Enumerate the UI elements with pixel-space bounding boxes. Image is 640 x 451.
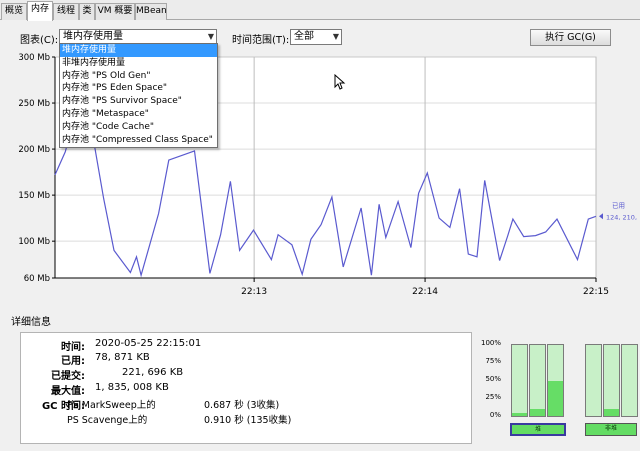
gc-scavenge-name: PS Scavenge上的 (67, 415, 148, 426)
current-series-label: 已用 (612, 201, 625, 209)
heap-pool-bar[interactable] (529, 344, 546, 417)
chart-selector-label: 图表(C): (20, 35, 59, 46)
y-tick-label: 250 Mb (18, 99, 50, 109)
x-tick-label: 22:15 (583, 287, 609, 297)
tab-vm-summary[interactable]: VM 概要 (95, 3, 135, 20)
time-range-value: 全部 (294, 31, 314, 42)
x-tick-label: 22:14 (412, 287, 438, 297)
mouse-cursor-icon (334, 74, 346, 90)
nonheap-pool-button[interactable]: 非堆 (585, 423, 637, 436)
y-tick-label: 300 Mb (18, 53, 50, 63)
tab-bar: 概览 内存 线程 类 VM 概要 MBean (0, 0, 640, 21)
detail-time-value: 2020-05-25 22:15:01 (95, 338, 202, 349)
gauge-tick: 0% (489, 411, 501, 419)
detail-max-label: 最大值: (51, 386, 85, 397)
current-value-marker (599, 213, 603, 220)
nonheap-pool-bar[interactable] (621, 344, 638, 417)
details-panel: 时间: 2020-05-25 22:15:01 已用: 78, 871 KB 已… (20, 332, 472, 444)
detail-used-value: 78, 871 KB (95, 352, 150, 363)
detail-time-row: 时间: 2020-05-25 22:15:01 (21, 338, 473, 353)
gauge-tick: 100% (480, 339, 501, 347)
gc-marksweep-value: 0.687 秒 (3收集) (204, 400, 280, 411)
dropdown-item-class-space[interactable]: 内存池 "Compressed Class Space" (60, 134, 217, 147)
detail-used-label: 已用: (61, 356, 85, 367)
detail-committed-label: 已提交: (51, 371, 85, 382)
detail-gc-row-2: PS Scavenge上的 0.910 秒 (135收集) (21, 412, 473, 426)
gauge-tick: 25% (485, 393, 501, 401)
y-tick-label: 200 Mb (18, 145, 50, 155)
dropdown-item-nonheap[interactable]: 非堆内存使用量 (60, 57, 217, 70)
dropdown-item-heap[interactable]: 堆内存使用量 (60, 44, 217, 57)
tab-mbean[interactable]: MBean (135, 3, 167, 20)
tab-memory[interactable]: 内存 (27, 1, 53, 21)
heap-pool-bar[interactable] (547, 344, 564, 417)
dropdown-item-metaspace[interactable]: 内存池 "Metaspace" (60, 108, 217, 121)
chart-dropdown-list: 堆内存使用量 非堆内存使用量 内存池 "PS Old Gen" 内存池 "PS … (59, 43, 218, 148)
details-title: 详细信息 (11, 317, 51, 328)
gauge-tick: 75% (485, 357, 501, 365)
detail-gc-row: GC 时间: PS MarkSweep上的 0.687 秒 (3收集) (21, 397, 473, 412)
dropdown-item-eden[interactable]: 内存池 "PS Eden Space" (60, 82, 217, 95)
heap-pool-button[interactable]: 堆 (510, 423, 566, 436)
time-range-selector[interactable]: 全部 ▼ (290, 29, 342, 45)
dropdown-item-code-cache[interactable]: 内存池 "Code Cache" (60, 121, 217, 134)
y-tick-label: 60 Mb (24, 274, 50, 284)
current-value-label: 124, 210, (606, 213, 637, 221)
detail-committed-row: 已提交: 221, 696 KB (21, 367, 473, 382)
tab-overview[interactable]: 概览 (1, 3, 27, 20)
detail-committed-value: 221, 696 KB (122, 367, 184, 378)
chevron-down-icon: ▼ (207, 32, 214, 41)
gc-marksweep-name: PS MarkSweep上的 (67, 400, 156, 411)
y-tick-label: 150 Mb (18, 191, 50, 201)
memory-pool-gauges: 100% 75% 50% 25% 0% 堆 非堆 (477, 336, 638, 444)
perform-gc-button[interactable]: 执行 GC(G) (530, 29, 611, 46)
x-tick-label: 22:13 (241, 287, 267, 297)
detail-max-row: 最大值: 1, 835, 008 KB (21, 382, 473, 397)
nonheap-pool-bar[interactable] (603, 344, 620, 417)
detail-time-label: 时间: (61, 342, 85, 353)
tab-threads[interactable]: 线程 (53, 3, 79, 20)
detail-used-row: 已用: 78, 871 KB (21, 352, 473, 367)
chevron-down-icon: ▼ (332, 32, 339, 41)
nonheap-pool-bar[interactable] (585, 344, 602, 417)
dropdown-item-survivor[interactable]: 内存池 "PS Survivor Space" (60, 95, 217, 108)
time-range-label: 时间范围(T): (232, 35, 290, 46)
gc-scavenge-value: 0.910 秒 (135收集) (204, 415, 292, 426)
tab-classes[interactable]: 类 (79, 3, 95, 20)
heap-pool-bar[interactable] (511, 344, 528, 417)
gauge-tick: 50% (485, 375, 501, 383)
chart-selector-value: 堆内存使用量 (63, 31, 123, 42)
detail-max-value: 1, 835, 008 KB (95, 382, 169, 393)
y-tick-label: 100 Mb (18, 237, 50, 247)
dropdown-item-old-gen[interactable]: 内存池 "PS Old Gen" (60, 70, 217, 83)
